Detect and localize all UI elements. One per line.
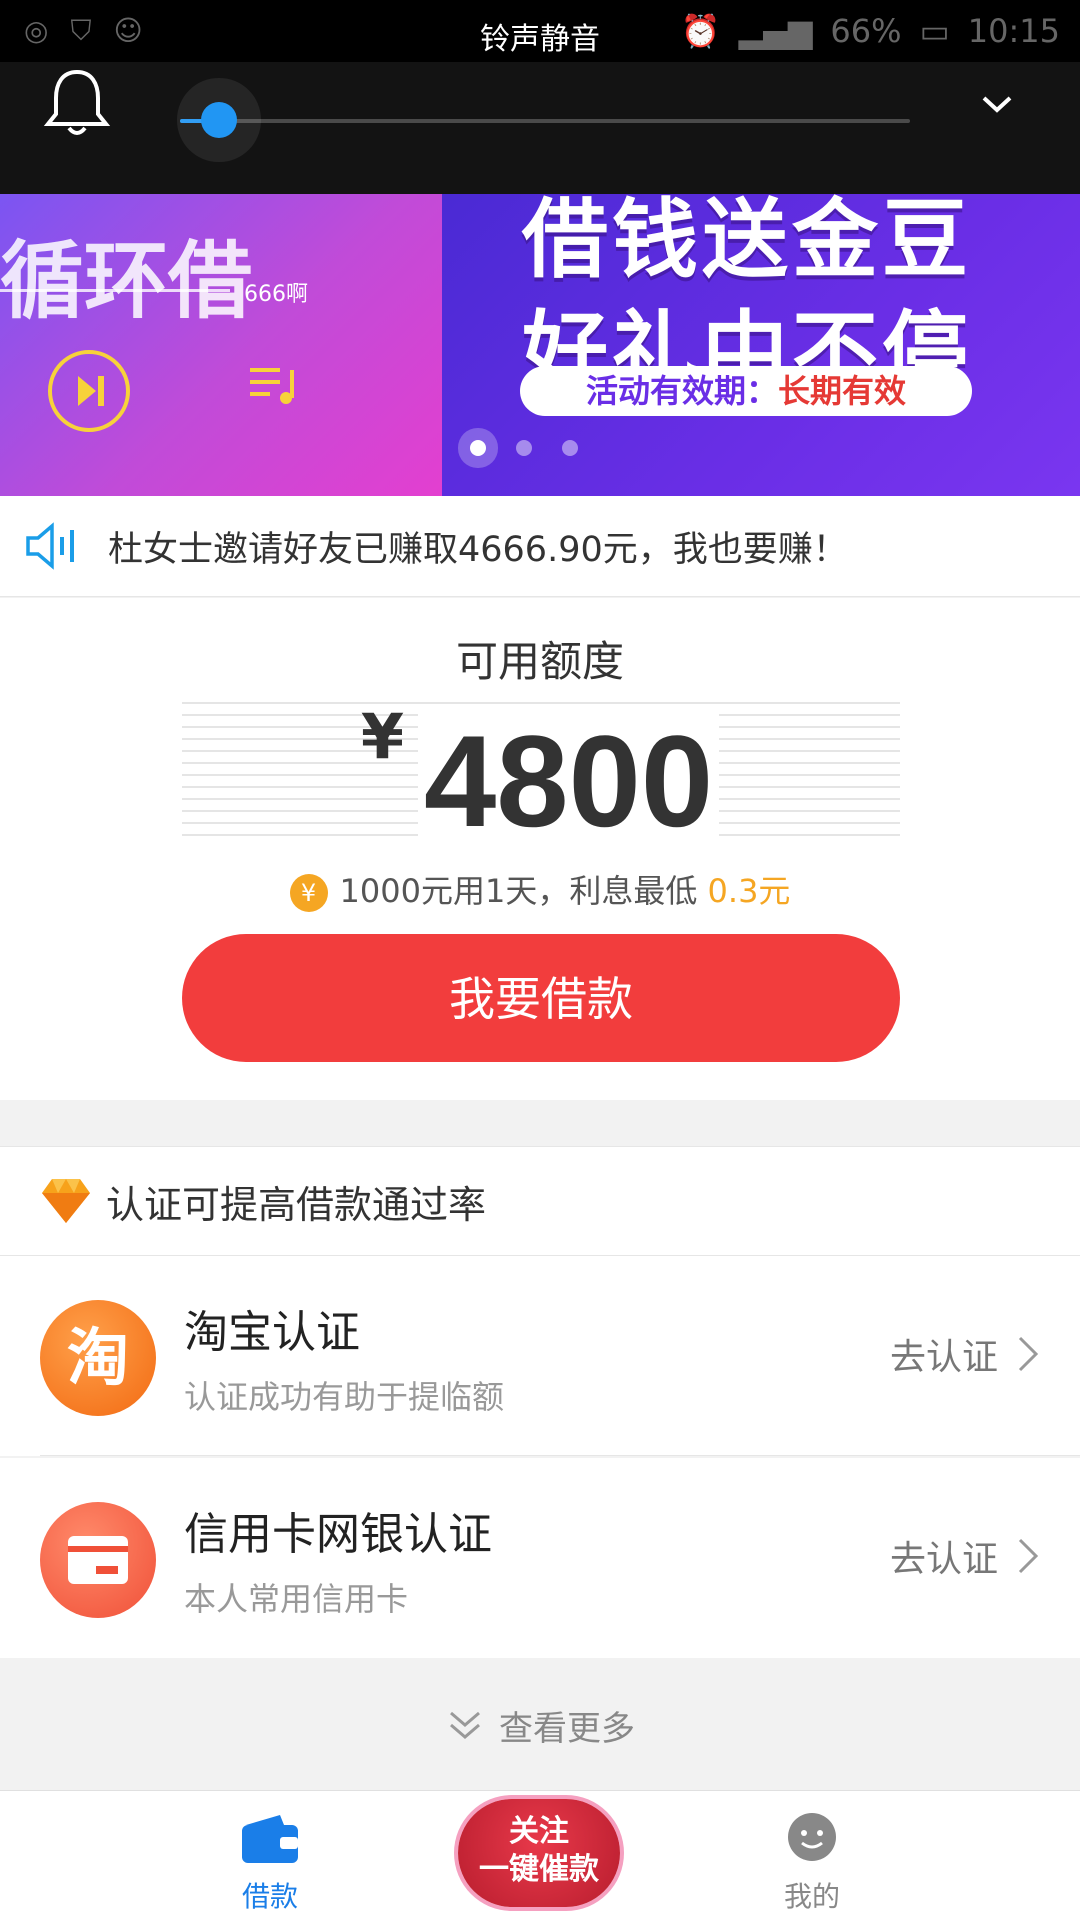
cert-action-label: 去认证 — [889, 1337, 998, 1378]
view-more-label: 查看更多 — [499, 1708, 635, 1749]
signal-icon: ▂▄▆ — [738, 12, 813, 50]
banner-left-title: 循环借 — [0, 232, 253, 330]
clock: 10:15 — [967, 12, 1060, 50]
quota-amount: ¥4800 — [0, 700, 1080, 856]
interest-tip-text: 1000元用1天，利息最低 — [339, 872, 708, 910]
banner-pill-highlight: 长期有效 — [778, 372, 907, 410]
cert-subtitle: 本人常用信用卡 — [184, 1580, 409, 1618]
tab-mine[interactable]: 我的 — [732, 1811, 892, 1915]
cert-action-label: 去认证 — [889, 1539, 998, 1580]
follow-remind-button[interactable]: 关注 一键催款 — [458, 1799, 620, 1907]
banner-progress-line — [0, 289, 230, 292]
banner-pill-prefix: 活动有效期： — [585, 372, 778, 410]
cert-title: 信用卡网银认证 — [184, 1509, 492, 1560]
interest-tip-highlight: 0.3元 — [707, 872, 791, 910]
banner-pagination — [470, 440, 578, 456]
play-pause-icon — [48, 350, 130, 432]
tab-borrow[interactable]: 借款 — [190, 1811, 350, 1915]
quota-title: 可用额度 — [455, 637, 624, 686]
certification-header: 认证可提高借款通过率 — [0, 1146, 1080, 1256]
credit-quota-card: 可用额度 ¥4800 ¥1000元用1天，利息最低 0.3元 我要借款 — [0, 598, 1080, 1100]
banner-validity-pill: 活动有效期：长期有效 — [520, 366, 972, 416]
volume-slider-track[interactable] — [180, 119, 910, 123]
cert-item-taobao[interactable]: 淘 淘宝认证 认证成功有助于提临额 去认证 — [0, 1256, 1080, 1456]
speaker-icon — [26, 522, 74, 570]
tab-label: 我的 — [783, 1880, 840, 1913]
quota-value: 4800 — [417, 708, 720, 854]
volume-panel — [0, 62, 1080, 194]
volume-slider-knob[interactable] — [201, 102, 237, 138]
banner-headline-line1: 借钱送金豆 — [522, 194, 972, 290]
taobao-icon: 淘 — [40, 1300, 156, 1416]
promo-banner[interactable]: 循环借 666啊 借钱送金豆 好礼中不停 活动有效期：长期有效 — [0, 194, 1080, 496]
alarm-icon: ⏰ — [680, 12, 721, 50]
cert-subtitle: 认证成功有助于提临额 — [184, 1378, 505, 1416]
interest-tip: ¥1000元用1天，利息最低 0.3元 — [0, 866, 1080, 912]
follow-line1: 关注 — [509, 1814, 569, 1849]
cert-title: 淘宝认证 — [184, 1307, 360, 1358]
battery-percent: 66% — [830, 12, 902, 50]
banner-left-sub: 666啊 — [244, 282, 308, 307]
credit-card-icon — [40, 1502, 156, 1618]
follow-line2: 一键催款 — [479, 1852, 599, 1887]
banner-left-panel: 循环借 666啊 — [0, 194, 442, 496]
chevron-down-icon[interactable] — [980, 92, 1014, 116]
view-more-button[interactable]: 查看更多 — [0, 1660, 1080, 1790]
invite-notice[interactable]: 杜女士邀请好友已赚取4666.90元，我也要赚！ — [0, 496, 1080, 597]
notice-text: 杜女士邀请好友已赚取4666.90元，我也要赚！ — [108, 529, 848, 570]
battery-icon: ▭ — [919, 12, 950, 50]
cert-item-credit-card[interactable]: 信用卡网银认证 本人常用信用卡 去认证 — [0, 1458, 1080, 1658]
divider — [40, 1455, 1080, 1456]
borrow-button[interactable]: 我要借款 — [182, 934, 900, 1062]
wallet-icon — [242, 1815, 298, 1863]
currency-symbol: ¥ — [360, 700, 404, 773]
status-bar: ◎ ⛉ ☺ 铃声静音 ⏰ ▂▄▆ 66% ▭ 10:15 — [0, 0, 1080, 62]
tab-label: 借款 — [241, 1880, 298, 1913]
banner-dot[interactable] — [562, 440, 578, 456]
coin-icon: ¥ — [289, 874, 328, 912]
cert-action[interactable]: 去认证 — [890, 1328, 1040, 1380]
user-face-icon — [788, 1813, 836, 1861]
diamond-icon — [42, 1179, 90, 1223]
double-chevron-down-icon — [450, 1711, 480, 1739]
playlist-icon — [250, 368, 294, 404]
chevron-right-icon — [1018, 1336, 1039, 1372]
bell-icon[interactable] — [40, 68, 114, 138]
cert-action[interactable]: 去认证 — [890, 1530, 1040, 1582]
banner-dot[interactable] — [516, 440, 532, 456]
bottom-tab-bar: 借款 关注 一键催款 我的 — [0, 1790, 1080, 1921]
chevron-right-icon — [1018, 1538, 1039, 1574]
status-right-icons: ⏰ ▂▄▆ 66% ▭ 10:15 — [681, 12, 1060, 50]
certification-header-text: 认证可提高借款通过率 — [106, 1182, 487, 1227]
banner-dot[interactable] — [470, 440, 486, 456]
